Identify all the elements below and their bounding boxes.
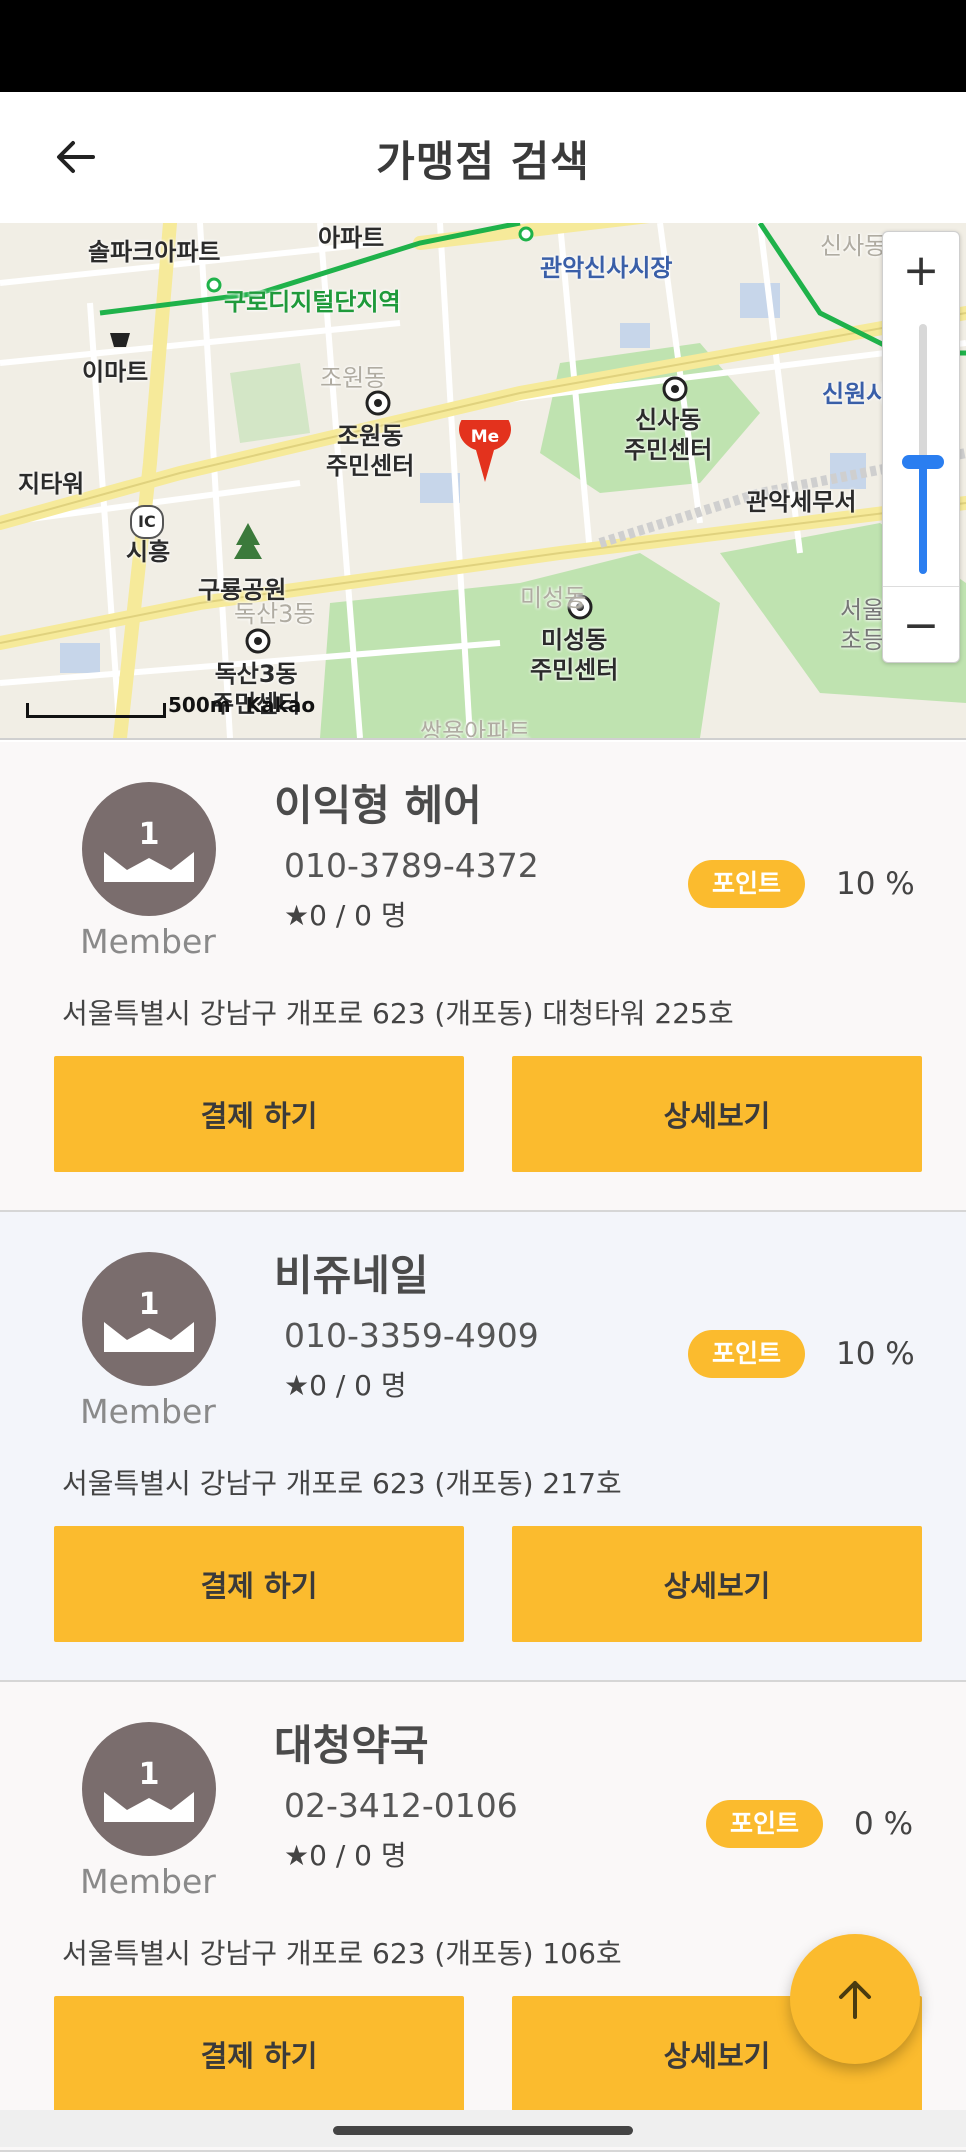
- map-label-jitawon: 지타워: [18, 470, 85, 498]
- zoom-slider-fill: [919, 461, 927, 574]
- point-badge: 포인트: [688, 1330, 806, 1378]
- member-badge-icon: 1: [82, 1722, 216, 1856]
- map-label-seoul-school: 서울 초등: [840, 596, 885, 654]
- pay-button[interactable]: 결제 하기: [54, 1526, 464, 1642]
- store-name: 비쥬네일: [274, 1251, 429, 1300]
- map-label-ic: IC: [130, 505, 164, 539]
- member-label: Member: [80, 922, 216, 961]
- badge-number: 1: [139, 1757, 160, 1792]
- member-label: Member: [80, 1392, 216, 1431]
- map-label-gwanak-tax: 관악세무서: [746, 488, 857, 516]
- store-address: 서울특별시 강남구 개포로 623 (개포동) 대청타워 225호: [62, 997, 734, 1030]
- app-header: 가맹점 검색: [0, 92, 966, 224]
- store-card: 1 Member 비쥬네일 010-3359-4909 ★0 / 0 명 포인트…: [0, 1212, 966, 1682]
- store-rating: ★0 / 0 명: [284, 1839, 407, 1872]
- point-badge: 포인트: [706, 1800, 824, 1848]
- zoom-in-button[interactable]: +: [883, 232, 959, 308]
- my-location-marker: Me: [456, 420, 514, 482]
- store-phone[interactable]: 010-3789-4372: [284, 846, 539, 885]
- map-label-ssangyong: 쌍용아파트: [420, 718, 531, 740]
- detail-button[interactable]: 상세보기: [512, 1056, 922, 1172]
- zoom-slider[interactable]: [902, 324, 944, 574]
- scale-text: 500m Kakao: [168, 693, 316, 717]
- store-phone[interactable]: 010-3359-4909: [284, 1316, 539, 1355]
- point-badge: 포인트: [688, 860, 806, 908]
- store-name: 이익형 헤어: [274, 781, 482, 830]
- map-label-siheung: 시흥: [126, 538, 171, 566]
- badge-number: 1: [139, 817, 160, 852]
- map-label-emart: 이마트: [82, 358, 149, 386]
- map-label-sinsa-faded: 신사동: [820, 232, 887, 260]
- badge-number: 1: [139, 1287, 160, 1322]
- pay-button[interactable]: 결제 하기: [54, 1996, 464, 2112]
- location-pin-icon: Me: [459, 420, 511, 482]
- status-bar: [0, 0, 966, 92]
- store-rating: ★0 / 0 명: [284, 899, 407, 932]
- map-label-apartment2: 아파트: [318, 224, 385, 252]
- pay-button[interactable]: 결제 하기: [54, 1056, 464, 1172]
- map-label-sinsa-center: 신사동 주민센터: [624, 406, 713, 464]
- detail-button[interactable]: 상세보기: [512, 1526, 922, 1642]
- store-address: 서울특별시 강남구 개포로 623 (개포동) 217호: [62, 1467, 622, 1500]
- map-view[interactable]: 솔파크아파트 아파트 구로디지털단지역 관악신사시장 신사동 이마트 조원동 조…: [0, 223, 966, 740]
- map-label-jowon-center: 조원동 주민센터: [326, 422, 415, 480]
- store-phone[interactable]: 02-3412-0106: [284, 1786, 518, 1825]
- map-label-misung-faded: 미성동: [520, 584, 587, 612]
- store-name: 대청약국: [274, 1721, 429, 1770]
- point-value: 10 %: [836, 1336, 915, 1372]
- page-title: 가맹점 검색: [376, 137, 590, 186]
- system-nav-bar: [0, 2110, 966, 2147]
- home-gesture-handle[interactable]: [333, 2126, 633, 2135]
- store-card: 1 Member 이익형 헤어 010-3789-4372 ★0 / 0 명 포…: [0, 742, 966, 1212]
- member-badge-icon: 1: [82, 1252, 216, 1386]
- map-label-misung-center: 미성동 주민센터: [530, 626, 619, 684]
- store-rating: ★0 / 0 명: [284, 1369, 407, 1402]
- zoom-control: + −: [882, 231, 960, 663]
- point-value: 0 %: [854, 1806, 914, 1842]
- map-label-jowon-faded: 조원동: [320, 364, 387, 392]
- map-label-doksan3-faded: 독산3동: [234, 600, 316, 628]
- scroll-top-button[interactable]: [790, 1934, 920, 2064]
- member-badge-icon: 1: [82, 782, 216, 916]
- map-label-market: 관악신사시장: [540, 254, 673, 282]
- map-label-apartment: 솔파크아파트: [88, 238, 221, 266]
- map-label-station: 구로디지털단지역: [224, 288, 401, 316]
- point-value: 10 %: [836, 866, 915, 902]
- store-card: 1 Member 대청약국 02-3412-0106 ★0 / 0 명 포인트 …: [0, 1682, 966, 2152]
- store-address: 서울특별시 강남구 개포로 623 (개포동) 106호: [62, 1937, 622, 1970]
- member-label: Member: [80, 1862, 216, 1901]
- arrow-up-icon: [839, 1981, 871, 2019]
- zoom-slider-thumb[interactable]: [902, 454, 944, 469]
- me-text: Me: [471, 427, 499, 447]
- zoom-out-button[interactable]: −: [883, 586, 959, 663]
